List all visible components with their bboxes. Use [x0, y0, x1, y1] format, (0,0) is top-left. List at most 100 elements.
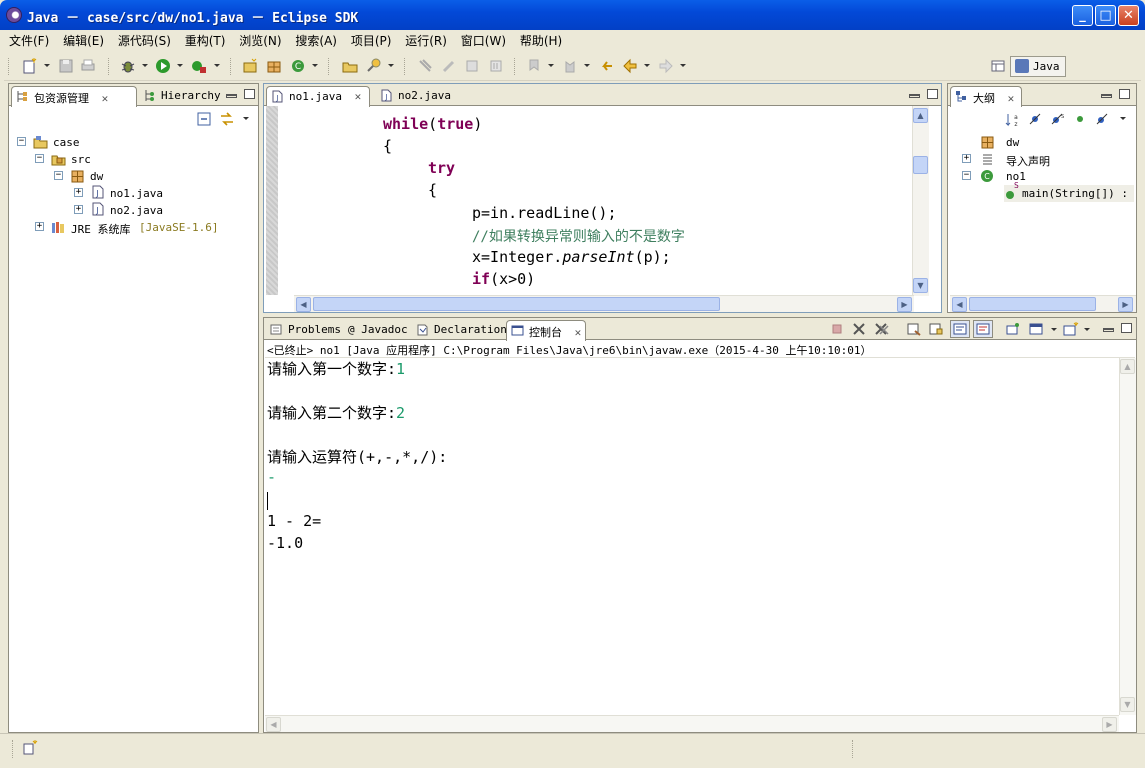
new-java-project-icon[interactable]	[242, 58, 258, 74]
block-selection-icon[interactable]	[441, 58, 457, 74]
editor-vscroll-thumb[interactable]	[913, 156, 928, 174]
menu-search[interactable]: 搜索(A)	[290, 30, 342, 51]
hide-non-public-icon[interactable]	[1073, 112, 1087, 126]
scroll-up-arrow[interactable]: ▲	[913, 108, 928, 123]
print-icon[interactable]	[80, 58, 96, 74]
show-on-stdout-toggle[interactable]	[950, 320, 970, 338]
sort-icon[interactable]: az	[1005, 112, 1021, 127]
menu-file[interactable]: 文件(F)	[4, 30, 54, 51]
java-perspective-button[interactable]: Java	[1010, 56, 1066, 77]
forward-dropdown-arrow[interactable]	[680, 64, 686, 67]
maximize-editor-button[interactable]	[927, 89, 938, 99]
show-whitespace-icon[interactable]	[464, 58, 480, 74]
tab-problems[interactable]: Problems	[266, 320, 341, 340]
editor-vertical-scrollbar[interactable]: ▲ ▼	[912, 106, 929, 296]
previous-annotation-icon[interactable]	[562, 58, 578, 74]
display-selected-console-icon[interactable]	[1029, 322, 1045, 336]
view-menu-arrow[interactable]	[243, 117, 249, 120]
hide-fields-icon[interactable]	[1028, 112, 1042, 126]
tab-no1-java[interactable]: J no1.java ✕	[266, 86, 370, 107]
console-horizontal-scrollbar[interactable]: ◀ ▶	[265, 715, 1119, 732]
new-package-icon[interactable]	[266, 58, 282, 74]
outline-scroll-left-arrow[interactable]: ◀	[952, 297, 967, 312]
outline-horizontal-scrollbar[interactable]: ◀ ▶	[950, 295, 1136, 312]
next-annotation-icon[interactable]	[526, 58, 542, 74]
toggle-mark-occurrences-icon[interactable]	[417, 58, 433, 74]
maximize-console-button[interactable]	[1121, 323, 1132, 333]
search-icon[interactable]	[366, 58, 382, 74]
close-package-explorer-icon[interactable]: ✕	[102, 92, 109, 105]
maximize-button[interactable]: □	[1095, 5, 1116, 26]
window-title-bar[interactable]: Java － case/src/dw/no1.java － Eclipse SD…	[0, 0, 1145, 30]
collapse-src-icon[interactable]: −	[35, 154, 44, 163]
tab-package-explorer[interactable]: 包资源管理 ✕	[11, 86, 137, 107]
terminate-icon[interactable]	[830, 322, 844, 336]
close-outline-icon[interactable]: ✕	[1008, 92, 1015, 105]
new-class-icon[interactable]: C	[290, 58, 306, 74]
open-console-dropdown-arrow[interactable]	[1084, 328, 1090, 331]
open-type-icon[interactable]	[342, 58, 358, 74]
expand-no1-java-icon[interactable]: +	[74, 188, 83, 197]
code-editor[interactable]: while(true) { try { p=in.readLine(); //如…	[291, 106, 921, 295]
tab-declaration[interactable]: Declaration	[412, 320, 507, 340]
console-output[interactable]: 请输入第一个数字:1 请输入第二个数字:2 请输入运算符(+,-,*,/): -…	[264, 358, 1118, 714]
debug-dropdown-arrow[interactable]	[142, 64, 148, 67]
close-console-icon[interactable]: ✕	[575, 326, 582, 339]
console-vertical-scrollbar[interactable]: ▲ ▼	[1119, 358, 1136, 715]
maximize-view-button[interactable]	[244, 89, 255, 99]
paragraph-icon[interactable]	[488, 58, 504, 74]
tab-outline[interactable]: 大纲 ✕	[950, 86, 1022, 107]
open-console-icon[interactable]	[1063, 322, 1079, 336]
tab-javadoc[interactable]: @ Javadoc	[342, 320, 410, 340]
fast-view-icon[interactable]	[22, 740, 38, 756]
previous-annotation-dropdown-arrow[interactable]	[584, 64, 590, 67]
back-dropdown-arrow[interactable]	[644, 64, 650, 67]
remove-launch-icon[interactable]	[852, 322, 866, 336]
minimize-console-button[interactable]	[1103, 328, 1114, 332]
menu-refactor[interactable]: 重构(T)	[180, 30, 231, 51]
new-icon[interactable]	[22, 58, 38, 74]
outline-scroll-right-arrow[interactable]: ▶	[1118, 297, 1133, 312]
expand-jre-icon[interactable]: +	[35, 222, 44, 231]
hide-local-types-icon[interactable]	[1095, 112, 1109, 126]
console-scroll-left-arrow[interactable]: ◀	[266, 717, 281, 732]
close-no1-java-icon[interactable]: ✕	[355, 90, 362, 103]
scroll-left-arrow[interactable]: ◀	[296, 297, 311, 312]
scroll-right-arrow[interactable]: ▶	[897, 297, 912, 312]
minimize-button[interactable]: _	[1072, 5, 1093, 26]
expand-no2-java-icon[interactable]: +	[74, 205, 83, 214]
outline-item-main-method[interactable]: S main(String[]) :	[1004, 181, 1134, 202]
collapse-case-icon[interactable]: −	[17, 137, 26, 146]
link-with-editor-icon[interactable]	[219, 112, 235, 126]
menu-project[interactable]: 项目(P)	[346, 30, 397, 51]
tab-hierarchy[interactable]: Hierarchy	[139, 86, 223, 106]
close-window-button[interactable]: ✕	[1118, 5, 1139, 26]
external-tools-dropdown-arrow[interactable]	[214, 64, 220, 67]
show-on-stderr-toggle[interactable]	[973, 320, 993, 338]
new-dropdown-arrow[interactable]	[44, 64, 50, 67]
minimize-outline-button[interactable]	[1101, 94, 1112, 98]
run-icon[interactable]	[155, 58, 171, 74]
collapse-all-icon[interactable]	[197, 112, 211, 126]
scroll-lock-icon[interactable]	[928, 322, 944, 336]
save-icon[interactable]	[58, 58, 74, 74]
editor-horizontal-scrollbar[interactable]: ◀ ▶	[294, 295, 914, 312]
menu-window[interactable]: 窗口(W)	[456, 30, 511, 51]
menu-edit[interactable]: 编辑(E)	[58, 30, 109, 51]
menu-run[interactable]: 运行(R)	[400, 30, 452, 51]
last-edit-location-icon[interactable]	[598, 58, 614, 74]
editor-hscroll-thumb[interactable]	[313, 297, 720, 311]
hide-static-icon[interactable]: S	[1050, 112, 1064, 126]
collapse-dw-icon[interactable]: −	[54, 171, 63, 180]
expand-imports-icon[interactable]: +	[962, 154, 971, 163]
outline-view-menu-arrow[interactable]	[1120, 117, 1126, 120]
console-scroll-up-arrow[interactable]: ▲	[1120, 359, 1135, 374]
run-dropdown-arrow[interactable]	[177, 64, 183, 67]
clear-console-icon[interactable]	[906, 322, 922, 336]
menu-help[interactable]: 帮助(H)	[515, 30, 567, 51]
debug-icon[interactable]	[120, 58, 136, 74]
display-console-dropdown-arrow[interactable]	[1051, 328, 1057, 331]
tab-console[interactable]: 控制台 ✕	[506, 320, 586, 341]
outline-hscroll-thumb[interactable]	[969, 297, 1096, 311]
remove-all-terminated-icon[interactable]	[874, 322, 890, 336]
